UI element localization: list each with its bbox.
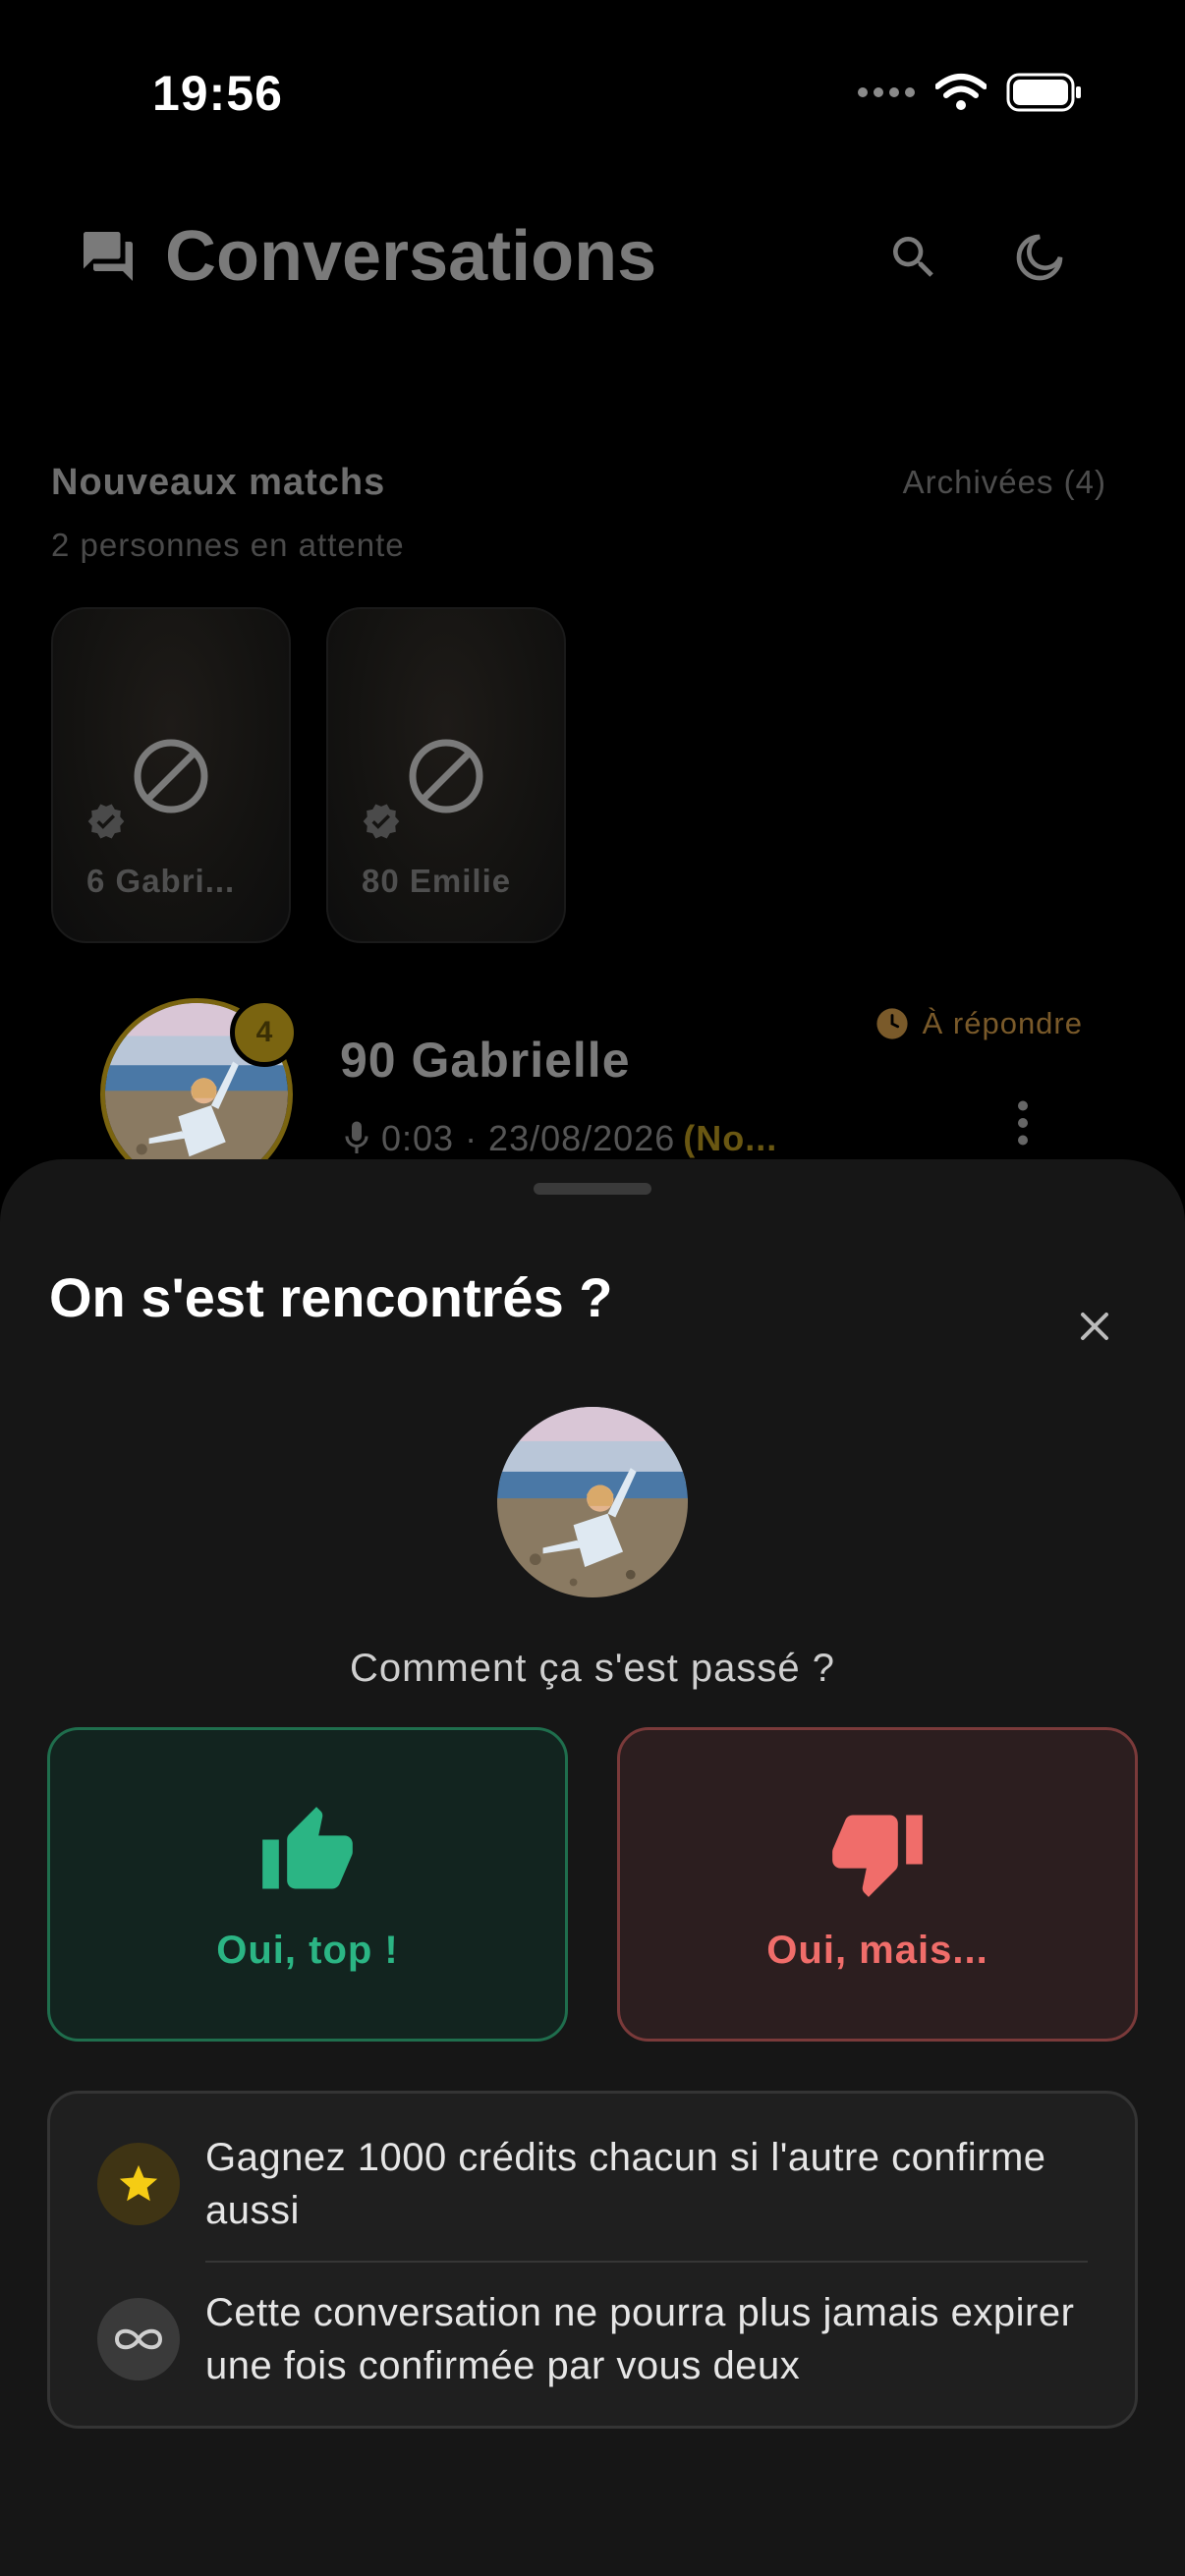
clock-icon [876, 1008, 908, 1039]
match-name: 6 Gabri... [86, 863, 236, 899]
unread-badge: 4 [230, 998, 299, 1067]
status-label: À répondre [922, 1006, 1083, 1040]
conversation-name[interactable]: 90 Gabrielle [340, 1032, 631, 1089]
wifi-icon [935, 74, 987, 110]
divider [205, 2261, 1088, 2263]
avatar [497, 1407, 688, 1597]
info-text: Gagnez 1000 crédits chacun si l'autre co… [205, 2136, 1046, 2232]
conversation-status: À répondre [875, 1006, 1083, 1041]
verified-icon [363, 804, 400, 839]
chat-icon [84, 232, 133, 281]
search-icon[interactable] [886, 230, 941, 285]
no-label: Oui, mais... [766, 1929, 988, 1972]
match-card[interactable]: 6 Gabri... [51, 607, 291, 943]
preview-text: 0:03 · 23/08/2026 [381, 1118, 676, 1158]
mic-icon [345, 1121, 368, 1153]
yes-but-button[interactable]: Oui, mais... [617, 1727, 1138, 2042]
match-card[interactable]: 80 Emilie [326, 607, 566, 943]
conversation-preview: 0:03 · 23/08/2026 (No... [342, 1118, 777, 1159]
status-icons [857, 73, 1083, 112]
dark-mode-icon[interactable] [1012, 230, 1067, 285]
new-matches-subtitle: 2 personnes en attente [51, 527, 405, 563]
verified-icon [87, 804, 125, 839]
close-icon[interactable] [1065, 1297, 1124, 1356]
drag-handle[interactable] [534, 1183, 651, 1195]
info-box: Gagnez 1000 crédits chacun si l'autre co… [47, 2091, 1138, 2429]
status-time: 19:56 [152, 66, 283, 121]
match-avatar [497, 1407, 688, 1597]
thumbs-down-icon [832, 1815, 923, 1897]
preview-highlight: (No... [683, 1118, 778, 1158]
page-title: Conversations [165, 217, 657, 296]
meeting-sheet: On s'est rencontrés ? Comment ça s'est p… [0, 1159, 1185, 2576]
infinity-icon [97, 2298, 180, 2380]
header: Conversations [79, 216, 656, 297]
yes-top-button[interactable]: Oui, top ! [47, 1727, 568, 2042]
yes-label: Oui, top ! [216, 1929, 399, 1972]
signal-icon [858, 87, 915, 97]
blocked-icon [409, 739, 483, 813]
blocked-icon [134, 739, 208, 813]
match-name: 80 Emilie [362, 863, 512, 899]
more-vertical-icon[interactable] [1008, 1098, 1038, 1148]
sheet-title: On s'est rencontrés ? [49, 1266, 613, 1328]
star-icon [97, 2143, 180, 2225]
battery-icon [1006, 73, 1081, 112]
info-text: Cette conversation ne pourra plus jamais… [205, 2291, 1075, 2387]
new-matches-title: Nouveaux matchs [51, 462, 386, 503]
archived-link[interactable]: Archivées (4) [903, 464, 1106, 501]
thumbs-up-icon [262, 1807, 353, 1889]
question-text: Comment ça s'est passé ? [349, 1647, 836, 1690]
